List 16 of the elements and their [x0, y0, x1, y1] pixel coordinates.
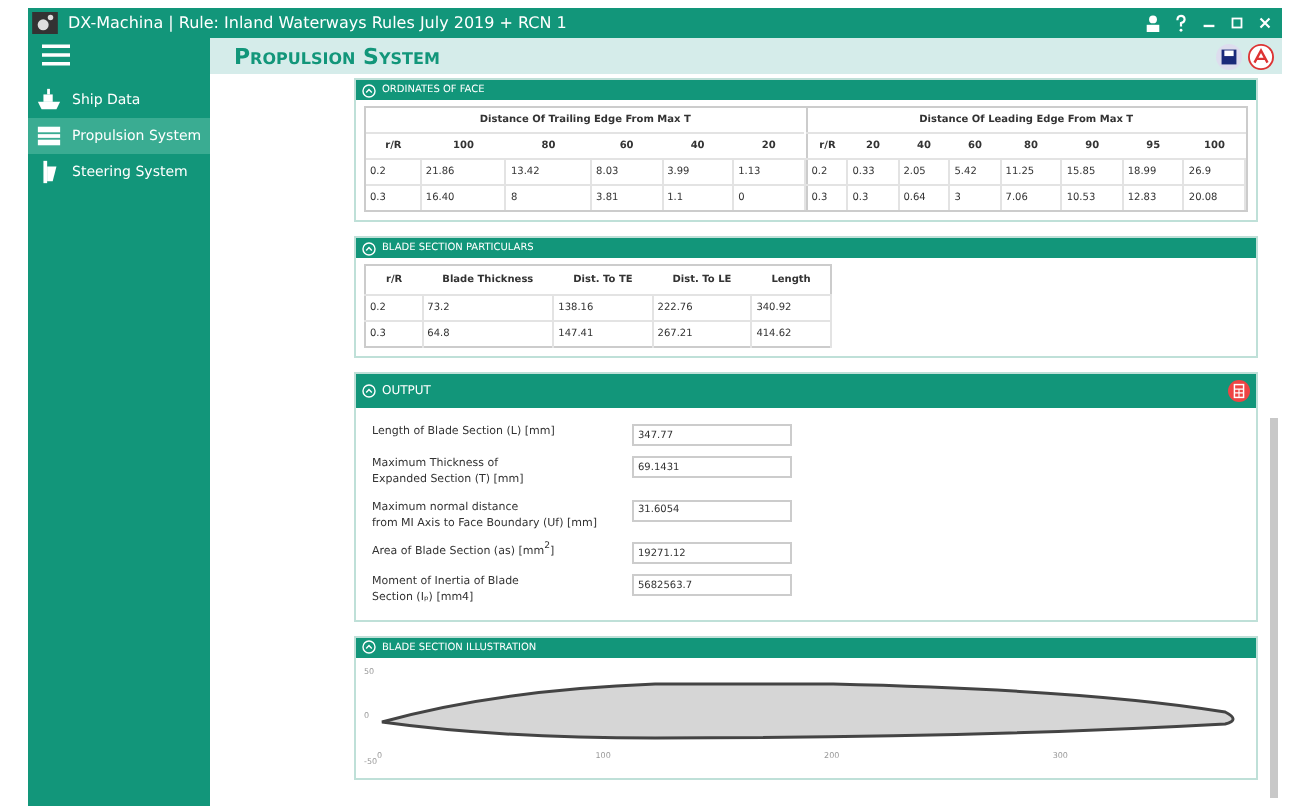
scrollbar-thumb[interactable]: [1270, 418, 1278, 798]
collapse-icon[interactable]: [362, 384, 376, 398]
collapse-icon[interactable]: [362, 640, 376, 654]
page-title: Propulsion System: [234, 43, 442, 69]
menu-icon[interactable]: [42, 44, 70, 66]
close-icon[interactable]: [1256, 14, 1274, 32]
user-icon[interactable]: [1144, 14, 1162, 32]
ship-icon: [36, 88, 62, 112]
app-icon: [32, 12, 58, 34]
window-title: DX-Machina | Rule: Inland Waterways Rules July 2019 + RCN 1: [68, 14, 569, 32]
maximize-icon[interactable]: [1228, 14, 1246, 32]
calculator-icon[interactable]: [1228, 380, 1250, 402]
collapse-icon[interactable]: [362, 241, 376, 255]
save-icon[interactable]: [1216, 43, 1242, 69]
help-icon[interactable]: [1172, 14, 1190, 32]
collapse-icon[interactable]: [362, 83, 376, 97]
